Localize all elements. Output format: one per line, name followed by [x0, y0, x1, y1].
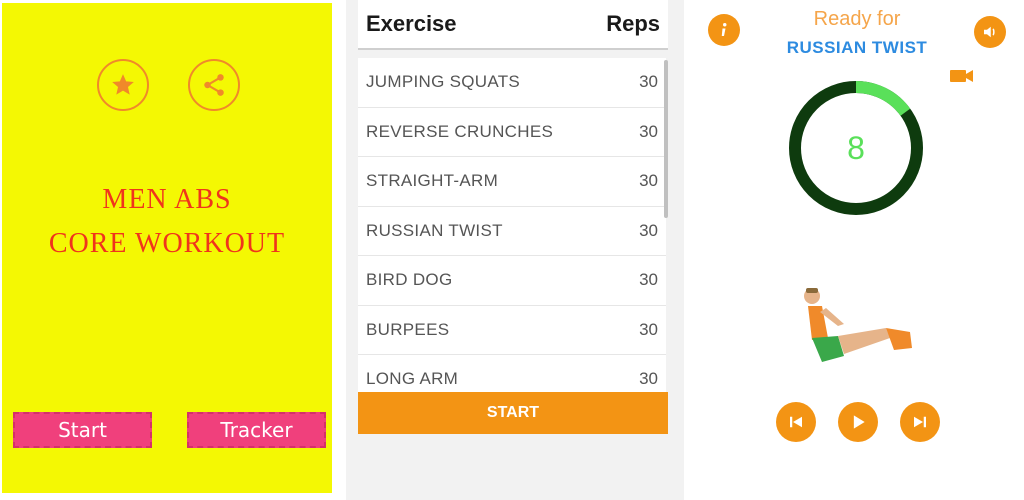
list-item[interactable]: BURPEES 30	[358, 305, 666, 355]
exercise-reps: 30	[639, 121, 658, 141]
home-screen: MEN ABS CORE WORKOUT Start Tracker	[2, 3, 332, 493]
exercise-illustration	[804, 288, 912, 362]
header-exercise: Exercise	[366, 11, 457, 36]
exercise-name: LONG ARM	[366, 369, 459, 389]
previous-button[interactable]	[776, 402, 816, 442]
skip-previous-icon	[790, 416, 802, 428]
exercise-reps: 30	[639, 220, 658, 240]
list-item[interactable]: RUSSIAN TWIST 30	[358, 206, 666, 256]
app-title-line1: MEN ABS	[102, 184, 232, 215]
current-exercise-name: RUSSIAN TWIST	[786, 38, 928, 57]
exercise-reps: 30	[639, 369, 658, 389]
next-button[interactable]	[900, 402, 940, 442]
play-icon	[853, 415, 865, 429]
list-item[interactable]: LONG ARM 30	[358, 355, 666, 392]
exercise-name: RUSSIAN TWIST	[366, 220, 503, 240]
start-workout-button[interactable]: START	[358, 392, 668, 434]
exercise-list-screen: Exercise Reps JUMPING SQUATS 30 REVERSE C…	[346, 0, 684, 500]
app-title: MEN ABS CORE WORKOUT	[2, 178, 332, 266]
exercise-name: JUMPING SQUATS	[366, 72, 521, 92]
workout-screen: Ready for RUSSIAN TWIST 8	[690, 0, 1024, 500]
sound-button[interactable]	[974, 16, 1006, 48]
list-header: Exercise Reps	[358, 0, 668, 50]
favorite-button[interactable]	[97, 59, 149, 111]
header-reps: Reps	[606, 11, 660, 36]
video-icon	[950, 70, 973, 82]
play-button[interactable]	[838, 402, 878, 442]
tracker-button[interactable]: Tracker	[187, 412, 326, 448]
exercise-name: BIRD DOG	[366, 270, 453, 290]
app-title-line2: CORE WORKOUT	[48, 228, 286, 259]
list-item[interactable]: STRAIGHT-ARM 30	[358, 157, 666, 207]
star-icon	[112, 74, 134, 95]
exercise-name: STRAIGHT-ARM	[366, 171, 499, 191]
exercise-name: REVERSE CRUNCHES	[366, 121, 554, 141]
countdown-number: 8	[847, 129, 865, 166]
exercise-reps: 30	[639, 270, 658, 290]
list-item[interactable]: BIRD DOG 30	[358, 256, 666, 306]
exercise-name: BURPEES	[366, 319, 450, 339]
exercise-list[interactable]: JUMPING SQUATS 30 REVERSE CRUNCHES 30 STRA…	[358, 58, 666, 392]
exercise-reps: 30	[639, 171, 658, 191]
start-button[interactable]: Start	[13, 412, 152, 448]
list-item[interactable]: REVERSE CRUNCHES 30	[358, 107, 666, 157]
volume-icon	[984, 26, 995, 38]
video-button[interactable]	[949, 67, 975, 90]
list-scrollbar[interactable]	[664, 60, 668, 218]
exercise-reps: 30	[639, 72, 658, 92]
share-button[interactable]	[188, 59, 240, 111]
share-icon	[204, 74, 224, 96]
list-item[interactable]: JUMPING SQUATS 30	[358, 58, 666, 108]
exercise-reps: 30	[639, 319, 658, 339]
skip-next-icon	[914, 416, 926, 428]
